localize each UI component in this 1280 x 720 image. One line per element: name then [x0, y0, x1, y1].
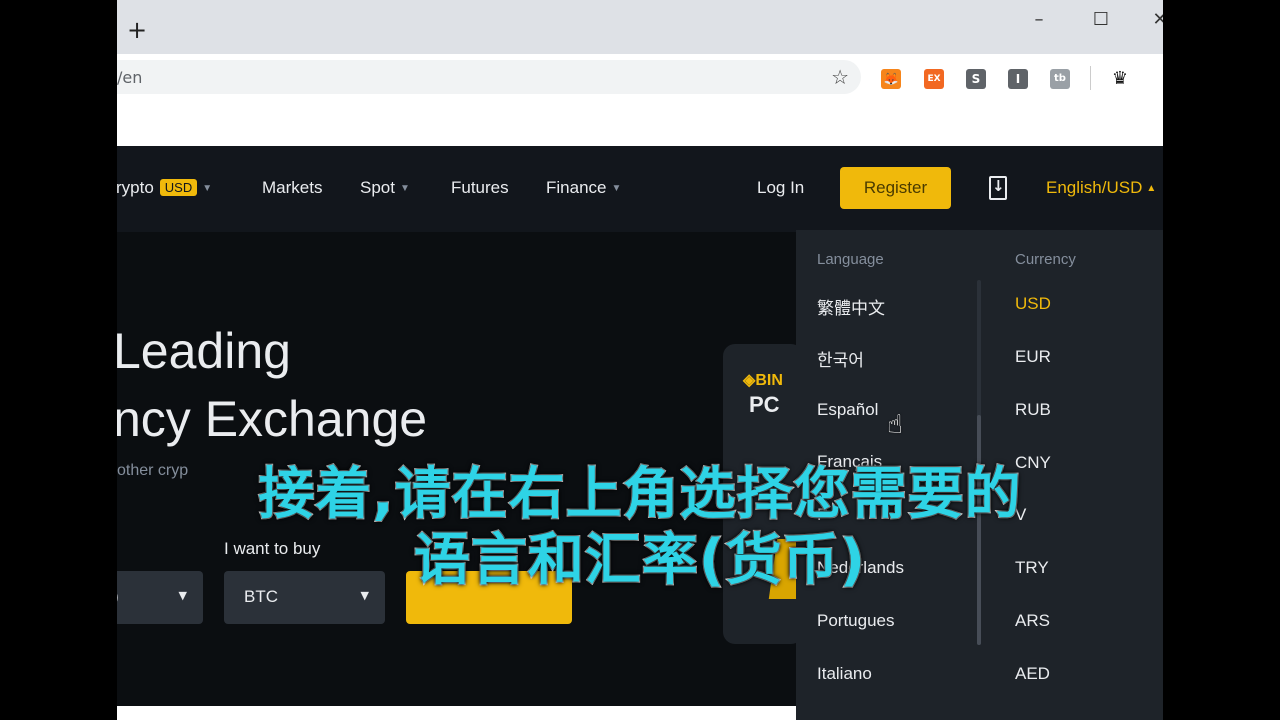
new-tab-button[interactable]: +: [127, 18, 147, 42]
language-option[interactable]: Nederlands: [817, 558, 904, 578]
download-icon[interactable]: [989, 176, 1007, 200]
toolbar-divider: [1090, 66, 1091, 90]
promo-logo: ◈BIN: [743, 372, 783, 389]
currency-option-selected[interactable]: USD: [1015, 294, 1051, 314]
hero-headline-line2: ncy Exchange: [117, 391, 428, 447]
browser-window: + – ☐ ✕ /en ☆ 🦊 EX S I tb ♛ rypto USD ▼ Ma…: [117, 0, 1163, 720]
login-link[interactable]: Log In: [757, 178, 804, 198]
s-extension-icon[interactable]: S: [966, 69, 986, 89]
chevron-down-icon: ▼: [202, 183, 213, 194]
hero-headline-line1: Leading: [117, 323, 291, 379]
ex-icon[interactable]: EX: [924, 69, 944, 89]
bookmark-star-icon[interactable]: ☆: [831, 65, 849, 89]
language-option[interactable]: Español: [817, 400, 878, 420]
chevron-down-icon: ▼: [611, 183, 622, 194]
nav-futures[interactable]: Futures: [451, 178, 509, 198]
fiat-select[interactable]: ) ▼: [117, 571, 203, 624]
letterbox-right: [1163, 0, 1280, 720]
binance-diamond-icon: ◈: [743, 372, 756, 389]
url-text: /en: [117, 68, 143, 87]
language-option[interactable]: Italiano: [817, 664, 872, 684]
register-button[interactable]: Register: [840, 167, 951, 209]
title-bar: + – ☐ ✕: [117, 0, 1163, 54]
caret-down-icon: ▼: [360, 589, 369, 602]
chevron-down-icon: ▼: [399, 183, 410, 194]
language-option[interactable]: 한국어: [817, 346, 864, 371]
currency-option[interactable]: EUR: [1015, 347, 1051, 367]
hand-cursor-icon: ☝: [887, 410, 903, 440]
letterbox-left: [0, 0, 117, 720]
browser-toolbar: /en ☆ 🦊 EX S I tb ♛: [117, 54, 1163, 100]
language-header: Language: [817, 251, 884, 268]
currency-header: Currency: [1015, 251, 1076, 268]
language-currency-dropdown: Language Currency 繁體中文 한국어 Español Franç…: [796, 230, 1163, 720]
address-bar[interactable]: /en ☆: [117, 60, 861, 94]
metamask-icon[interactable]: 🦊: [881, 69, 901, 89]
language-option[interactable]: Français: [817, 452, 882, 472]
close-window-button[interactable]: ✕: [1148, 8, 1163, 32]
currency-option[interactable]: V: [1015, 505, 1026, 525]
want-to-buy-label: I want to buy: [224, 539, 321, 558]
nav-buy-crypto[interactable]: rypto USD ▼: [117, 178, 212, 198]
language-option[interactable]: 繁體中文: [817, 294, 885, 319]
minimize-button[interactable]: –: [1027, 8, 1051, 32]
currency-option[interactable]: ARS: [1015, 611, 1050, 631]
page-top-space: [117, 100, 1163, 146]
coin-select[interactable]: BTC ▼: [224, 571, 385, 624]
nav-finance[interactable]: Finance ▼: [546, 178, 621, 198]
buy-button[interactable]: [406, 571, 572, 624]
currency-option[interactable]: TRY: [1015, 558, 1049, 578]
nav-markets[interactable]: Markets: [262, 178, 322, 198]
currency-option[interactable]: AED: [1015, 664, 1050, 684]
tb-extension-icon[interactable]: tb: [1050, 69, 1070, 89]
language-currency-button[interactable]: English/USD ▲: [1046, 178, 1156, 198]
language-option[interactable]: P: [817, 505, 828, 525]
promo-text: PC: [749, 392, 780, 417]
hero-subtext: other cryp: [117, 462, 189, 479]
site-navbar: rypto USD ▼ Markets Spot ▼ Futures Finance ▼…: [117, 146, 1163, 232]
i-extension-icon[interactable]: I: [1008, 69, 1028, 89]
profile-avatar-icon[interactable]: ♛: [1110, 69, 1130, 89]
maximize-button[interactable]: ☐: [1089, 8, 1113, 32]
nav-spot[interactable]: Spot ▼: [360, 178, 410, 198]
caret-down-icon: ▼: [178, 589, 187, 602]
usd-badge: USD: [159, 179, 198, 196]
promo-card[interactable]: ◈BIN PC: [723, 344, 808, 644]
chevron-up-icon: ▲: [1146, 183, 1157, 194]
currency-option[interactable]: RUB: [1015, 400, 1051, 420]
language-option[interactable]: Portugues: [817, 611, 895, 631]
language-scrollbar-thumb[interactable]: [977, 415, 981, 645]
currency-option[interactable]: CNY: [1015, 453, 1051, 473]
